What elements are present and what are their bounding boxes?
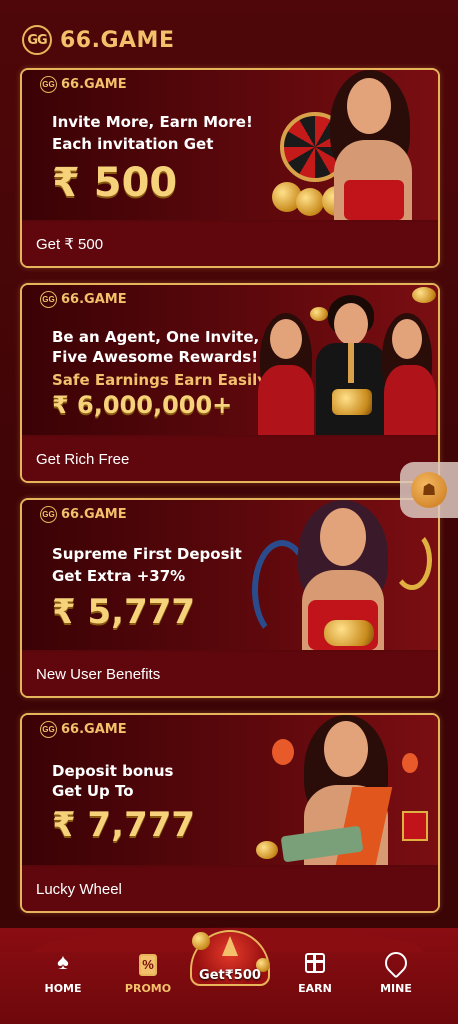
card-logo-text: 66.GAME [61,292,127,307]
brand-logo-icon: GG [40,291,57,308]
card-headline-1: Deposit bonus [52,762,174,780]
promo-agents-image [252,285,438,435]
nav-label-promo: PROMO [124,982,172,995]
card-amount: ₹ 6,000,000+ [52,391,233,419]
card-caption-text: Get Rich Free [36,450,130,468]
brand-logo-icon: GG [40,721,57,738]
card-headline-1: Be an Agent, One Invite, [52,328,260,346]
card-logo: GG 66.GAME [40,721,127,738]
card-logo: GG 66.GAME [40,291,127,308]
card-logo-text: 66.GAME [61,722,127,737]
card-logo-text: 66.GAME [61,77,127,92]
app-root: GG 66.GAME GG 66.GAME Invite More, Earn … [0,0,458,1024]
brand-logo-icon: GG [40,506,57,523]
nav-item-mine[interactable]: MINE [361,947,431,995]
nav-label-earn: EARN [298,982,332,995]
card-subline: Safe Earnings Earn Easily [52,371,268,389]
promo-card-deposit-bonus[interactable]: GG 66.GAME Deposit bonus Get Up To ₹ 7,7… [20,713,440,913]
card-caption: New User Benefits [22,652,438,696]
card-logo: GG 66.GAME [40,506,127,523]
card-amount: ₹ 500 [52,160,178,206]
support-icon: ☗ [411,472,447,508]
card-amount: ₹ 7,777 [52,805,196,845]
spade-icon: ♠ [57,949,69,974]
promo-ticket-icon: % [113,948,183,976]
card-logo: GG 66.GAME [40,76,127,93]
brand-name: 66.GAME [60,27,175,53]
nav-item-promo[interactable]: % PROMO [113,948,183,995]
promo-model-image [252,500,438,650]
nav-label-mine: MINE [380,982,412,995]
card-caption-text: Get ₹ 500 [36,236,104,253]
card-headline-2: Each invitation Get [52,135,214,153]
card-headline-1: Invite More, Earn More! [52,113,253,131]
user-icon [361,947,431,979]
coin-icon [192,932,210,950]
gift-icon [280,948,350,976]
brand-logo-icon: GG [40,76,57,93]
nav-label-get-reward: Get₹500 [199,968,261,983]
promo-card-invite[interactable]: GG 66.GAME Invite More, Earn More! Each … [20,68,440,268]
promo-card-agent[interactable]: GG 66.GAME Be an Agent, One Invite, Five… [20,283,440,483]
card-caption: Get ₹ 500 [22,222,438,266]
promo-model-image [252,715,438,865]
nav-item-earn[interactable]: EARN [280,948,350,995]
nav-item-home[interactable]: ♠ HOME [28,948,98,995]
card-caption-text: Lucky Wheel [36,880,122,898]
card-caption: Get Rich Free [22,437,438,481]
promo-model-image [252,70,438,220]
card-logo-text: 66.GAME [61,507,127,522]
brand-logo-icon: GG [22,25,52,55]
promo-card-first-deposit[interactable]: GG 66.GAME Supreme First Deposit Get Ext… [20,498,440,698]
nav-get-reward-button[interactable]: Get₹500 [188,930,272,990]
card-headline-1: Supreme First Deposit [52,545,242,563]
floating-service-button[interactable]: ☗ [400,462,458,518]
card-headline-2: Get Up To [52,782,134,800]
card-headline-2: Five Awesome Rewards! [52,348,259,366]
header: GG 66.GAME [22,24,174,56]
card-caption: Lucky Wheel [22,867,438,911]
card-amount: ₹ 5,777 [52,592,196,632]
card-caption-text: New User Benefits [36,665,161,683]
card-headline-2: Get Extra +37% [52,567,186,585]
nav-label-home: HOME [44,982,82,995]
